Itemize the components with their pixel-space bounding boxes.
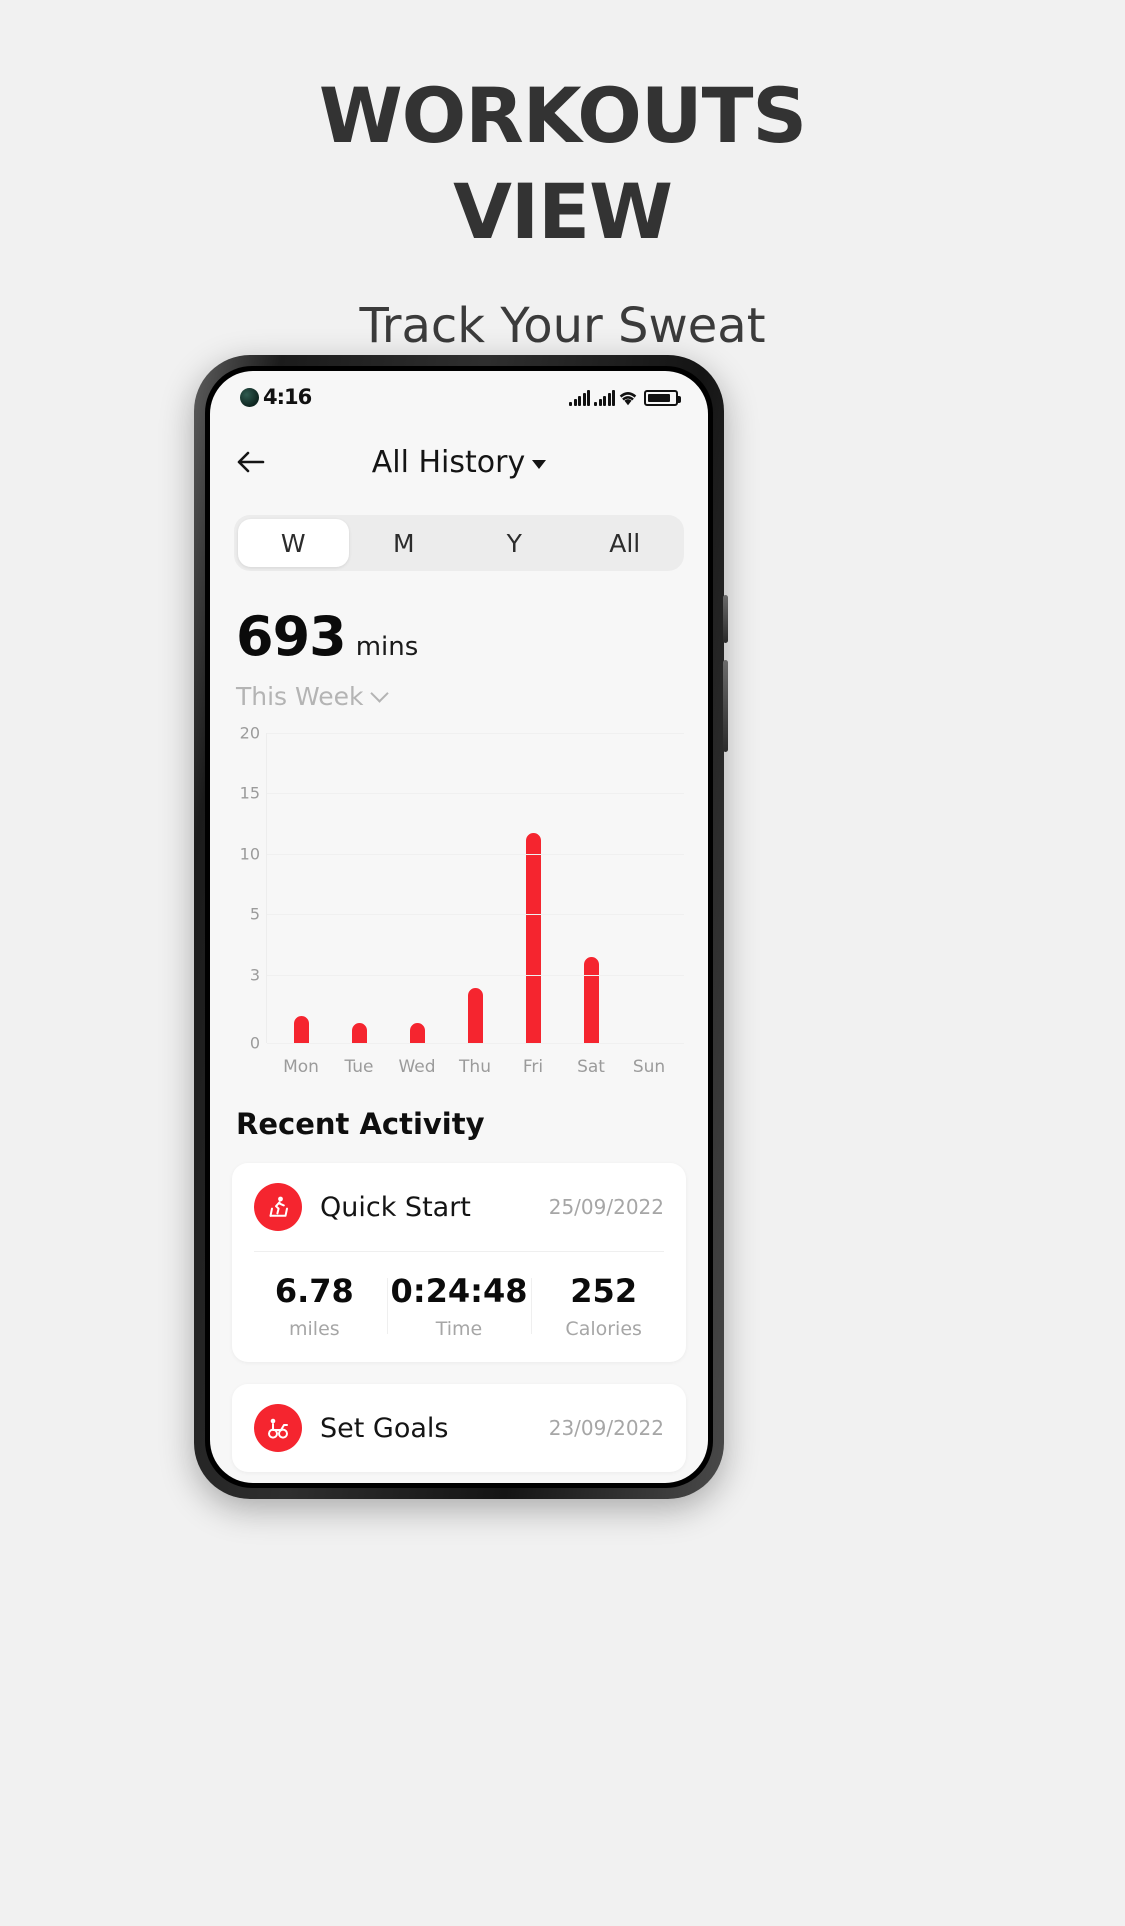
segment-all[interactable]: All	[570, 519, 681, 567]
back-arrow-icon[interactable]	[234, 445, 268, 479]
workout-chart: 20 15 10 5 3 0 Mon Tue Wed Thu Fri Sat Sun	[210, 711, 708, 1077]
signal-bars-icon-2	[594, 389, 615, 406]
volume-button[interactable]	[723, 595, 728, 643]
segment-y[interactable]: Y	[459, 519, 570, 567]
x-axis-tick: Tue	[344, 1057, 374, 1077]
stat-value: 252	[570, 1272, 638, 1310]
stat-label: miles	[289, 1318, 340, 1340]
chart-bars	[267, 733, 684, 1043]
signal-bars-icon	[569, 389, 590, 406]
battery-icon	[644, 389, 681, 406]
chart-bar[interactable]	[410, 1022, 426, 1043]
list-item[interactable]: Quick Start 25/09/2022 6.78 miles 0:24:4…	[232, 1163, 686, 1362]
stat-time: 0:24:48 Time	[386, 1272, 532, 1340]
list-item[interactable]: Set Goals 23/09/2022	[232, 1384, 686, 1472]
chart-bar[interactable]	[294, 1015, 310, 1043]
wifi-icon	[617, 389, 639, 406]
grid-line	[267, 793, 684, 795]
goal-flag-icon	[254, 1404, 302, 1452]
summary-block: 693 mins This Week	[210, 571, 708, 711]
phone-bezel: 4:16 All History W M Y All 693 mins This…	[205, 366, 713, 1488]
summary-unit: mins	[355, 632, 419, 662]
recent-activity-heading: Recent Activity	[236, 1107, 485, 1141]
summary-value-row: 693 mins	[236, 605, 682, 668]
chart-y-axis: 20 15 10 5 3 0	[222, 724, 266, 1053]
y-axis-tick: 10	[239, 844, 260, 864]
y-axis-tick: 0	[249, 1033, 260, 1053]
grid-line	[267, 733, 684, 734]
page-subtitle: Track Your Sweat	[359, 298, 766, 354]
segment-m[interactable]: M	[349, 519, 460, 567]
grid-line	[267, 914, 684, 916]
chart-bar[interactable]	[583, 956, 599, 1043]
camera-punchhole-icon	[240, 387, 259, 407]
activity-card-header: Set Goals 23/09/2022	[232, 1384, 686, 1472]
y-axis-tick: 3	[249, 965, 260, 985]
stat-label: Calories	[565, 1318, 642, 1340]
status-bar: 4:16	[210, 371, 708, 423]
app-title: All History	[371, 444, 526, 480]
page-title-line1: WORKOUTS	[318, 71, 807, 160]
grid-line	[267, 1043, 684, 1044]
phone-screen: 4:16 All History W M Y All 693 mins This…	[210, 371, 708, 1483]
app-title-group[interactable]: All History	[210, 445, 708, 480]
promo-header: WORKOUTS VIEW Track Your Sweat	[0, 0, 1125, 355]
chart-bar[interactable]	[525, 833, 541, 1043]
page-title-line2: VIEW	[453, 167, 673, 256]
chart-bar[interactable]	[352, 1022, 368, 1043]
x-axis-tick: Sun	[632, 1057, 666, 1077]
app-header: All History	[210, 423, 708, 501]
status-bar-right	[569, 389, 681, 406]
activity-name: Set Goals	[320, 1412, 449, 1444]
chart-x-axis: Mon Tue Wed Thu Fri Sat Sun	[266, 1043, 684, 1077]
stat-value: 6.78	[274, 1272, 354, 1310]
range-selector: W M Y All	[210, 501, 708, 571]
period-selector[interactable]: This Week	[236, 682, 682, 711]
activity-card-header: Quick Start 25/09/2022	[232, 1163, 686, 1251]
stat-distance: 6.78 miles	[242, 1272, 387, 1340]
segmented-control: W M Y All	[234, 515, 684, 571]
stat-calories: 252 Calories	[531, 1272, 676, 1340]
status-bar-left: 4:16	[240, 385, 312, 409]
x-axis-tick: Fri	[522, 1057, 544, 1077]
chart-plot	[266, 733, 684, 1044]
x-axis-tick: Wed	[398, 1057, 436, 1077]
page-title: WORKOUTS VIEW	[0, 78, 1125, 250]
activity-stats: 6.78 miles 0:24:48 Time 252 Calories	[232, 1252, 686, 1362]
treadmill-runner-icon	[254, 1183, 302, 1231]
stat-value: 0:24:48	[390, 1272, 528, 1310]
stat-label: Time	[435, 1318, 483, 1340]
y-axis-tick: 5	[249, 904, 260, 924]
grid-line	[267, 974, 684, 976]
chart-bar[interactable]	[467, 988, 483, 1043]
activity-name: Quick Start	[320, 1191, 471, 1223]
x-axis-tick: Mon	[283, 1057, 319, 1077]
x-axis-tick: Sat	[577, 1057, 605, 1077]
chevron-down-icon	[369, 683, 389, 703]
y-axis-tick: 20	[239, 723, 260, 743]
activity-date: 25/09/2022	[548, 1195, 664, 1219]
y-axis-tick: 15	[239, 783, 260, 803]
phone-mockup: 4:16 All History W M Y All 693 mins This…	[194, 355, 728, 1499]
activity-date: 23/09/2022	[548, 1416, 664, 1440]
period-label: This Week	[236, 682, 364, 711]
power-button[interactable]	[723, 660, 728, 752]
summary-value: 693	[236, 605, 347, 668]
chart-area: 20 15 10 5 3 0	[222, 724, 684, 1053]
status-time: 4:16	[263, 385, 312, 409]
segment-w[interactable]: W	[238, 519, 349, 567]
caret-down-icon	[532, 459, 547, 469]
x-axis-tick: Thu	[459, 1057, 491, 1077]
grid-line	[267, 853, 684, 855]
